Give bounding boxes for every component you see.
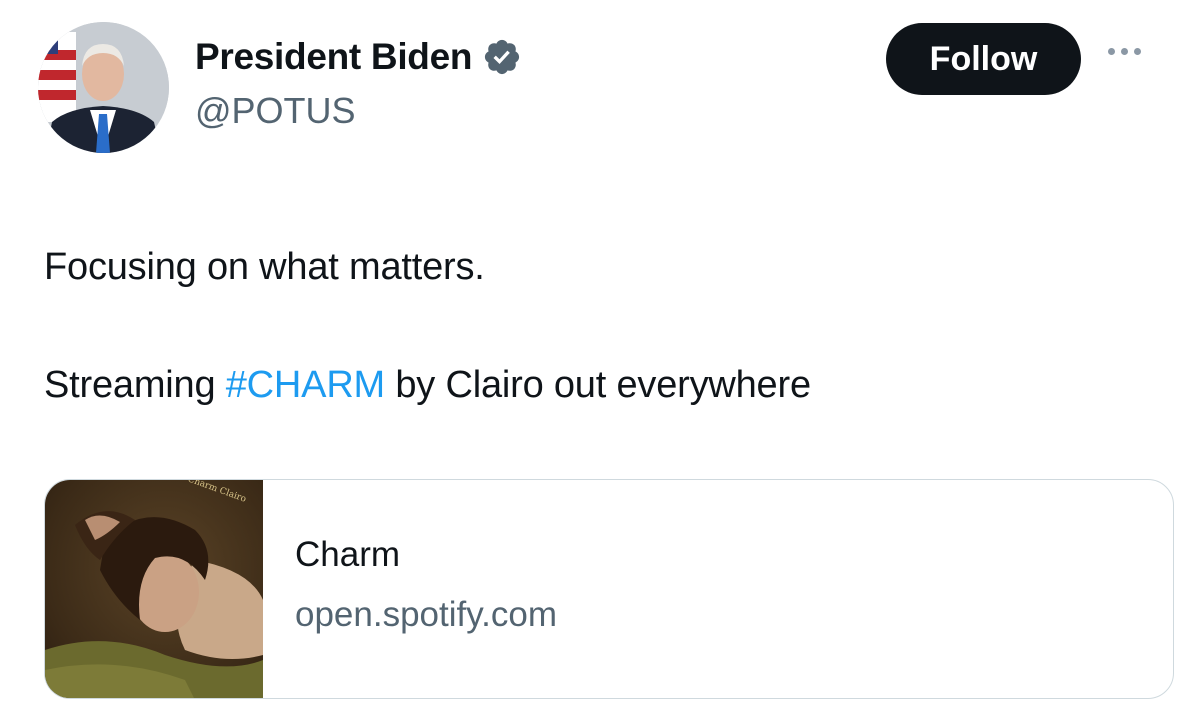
link-preview-card[interactable]: Charm Clairo Charm open.spotify.com	[44, 479, 1174, 699]
link-card-title: Charm	[295, 535, 401, 574]
author-name-row: President Biden	[195, 36, 522, 78]
author-avatar[interactable]	[38, 22, 169, 153]
album-cover-image: Charm Clairo	[45, 480, 263, 698]
tweet-text-line-2: Streaming #CHARM by Clairo out everywher…	[44, 364, 811, 407]
tweet-text-line-1: Focusing on what matters.	[44, 246, 485, 288]
tweet-text-after-hashtag: by Clairo out everywhere	[385, 364, 811, 406]
more-dot	[1121, 48, 1128, 55]
more-dot	[1108, 48, 1115, 55]
link-card-text: Charm open.spotify.com	[263, 480, 557, 698]
tweet-text-before-hashtag: Streaming	[44, 364, 226, 406]
verified-badge-icon[interactable]	[482, 37, 522, 77]
author-name[interactable]: President Biden	[195, 36, 472, 78]
more-options-icon[interactable]	[1108, 48, 1141, 55]
more-dot	[1134, 48, 1141, 55]
avatar-image	[38, 22, 169, 153]
album-cover-thumbnail: Charm Clairo	[45, 480, 263, 698]
link-card-domain: open.spotify.com	[295, 595, 557, 634]
hashtag-link[interactable]: #CHARM	[226, 364, 385, 406]
follow-button[interactable]: Follow	[886, 23, 1081, 95]
author-handle[interactable]: @POTUS	[195, 90, 356, 132]
